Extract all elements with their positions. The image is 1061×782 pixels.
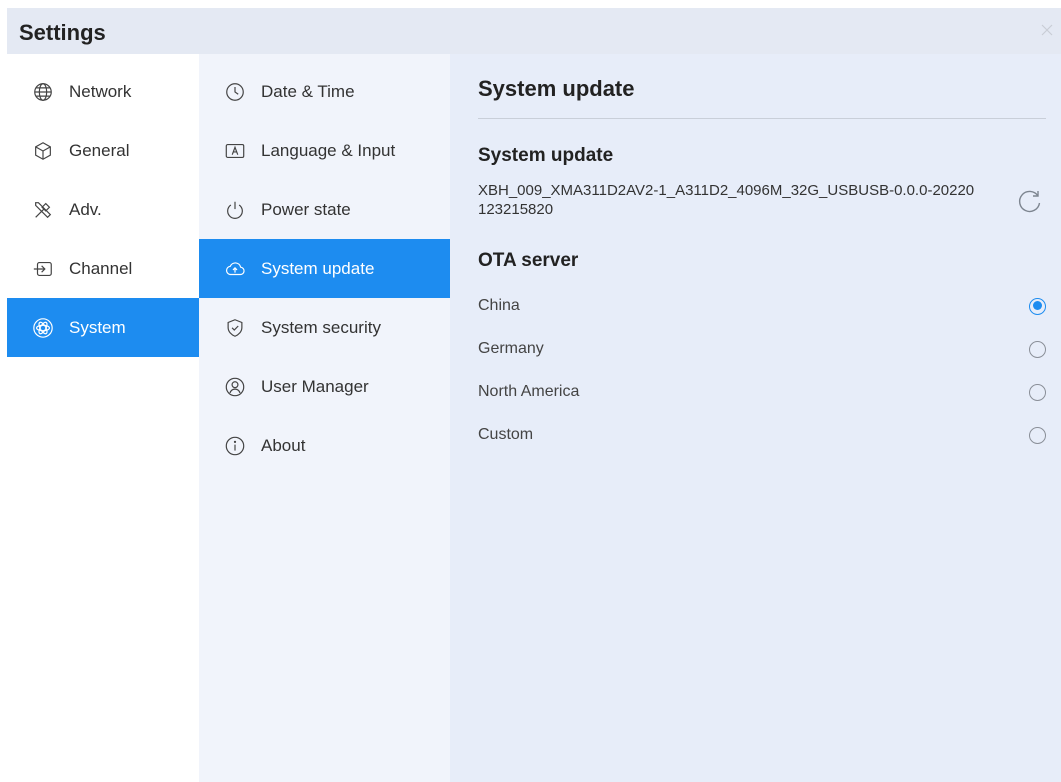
ota-option-label: North America: [478, 383, 580, 400]
submenu-item-about[interactable]: About: [199, 416, 450, 475]
ota-option-label: Germany: [478, 340, 544, 357]
submenu-item-power-state[interactable]: Power state: [199, 180, 450, 239]
sidebar-item-channel[interactable]: Channel: [7, 239, 199, 298]
ota-option-germany[interactable]: Germany: [478, 334, 1046, 364]
submenu-item-label: About: [261, 435, 306, 455]
sidebar-item-system[interactable]: System: [7, 298, 199, 357]
sidebar-item-general[interactable]: General: [7, 121, 199, 180]
close-icon[interactable]: [1039, 22, 1055, 38]
cube-icon: [31, 139, 55, 163]
sidebar-item-network[interactable]: Network: [7, 62, 199, 121]
submenu-item-system-security[interactable]: System security: [199, 298, 450, 357]
power-icon: [223, 198, 247, 222]
ota-option-china[interactable]: China: [478, 291, 1046, 321]
submenu-item-label: User Manager: [261, 376, 369, 396]
content-panel: System update System update XBH_009_XMA3…: [450, 54, 1061, 782]
submenu-item-user-manager[interactable]: User Manager: [199, 357, 450, 416]
radio-unselected[interactable]: [1029, 426, 1046, 444]
sidebar-item-label: General: [69, 140, 130, 160]
keyboard-letter-icon: [223, 139, 247, 163]
atom-icon: [31, 316, 55, 340]
title-bar: Settings: [7, 8, 1061, 54]
category-sidebar: Network General Adv. Channel System: [7, 54, 199, 782]
globe-icon: [31, 80, 55, 104]
ota-option-north-america[interactable]: North America: [478, 377, 1046, 407]
shield-check-icon: [223, 316, 247, 340]
submenu-item-language-input[interactable]: Language & Input: [199, 121, 450, 180]
clock-icon: [223, 80, 247, 104]
radio-selected[interactable]: [1029, 297, 1046, 315]
system-update-heading: System update: [478, 145, 614, 166]
window-title: Settings: [19, 20, 106, 45]
info-icon: [223, 434, 247, 458]
radio-unselected[interactable]: [1029, 340, 1046, 358]
ota-option-label: China: [478, 297, 520, 314]
ota-server-heading: OTA server: [478, 250, 579, 271]
submenu-item-label: System update: [261, 258, 375, 278]
submenu-item-label: System security: [261, 317, 381, 337]
sidebar-item-label: Channel: [69, 258, 133, 278]
firmware-version-text: XBH_009_XMA311D2AV2-1_A311D2_4096M_32G_U…: [478, 182, 975, 218]
sidebar-item-label: Network: [69, 81, 132, 101]
sidebar-item-adv[interactable]: Adv.: [7, 180, 199, 239]
input-icon: [31, 257, 55, 281]
ota-option-custom[interactable]: Custom: [478, 420, 1046, 450]
submenu-item-label: Language & Input: [261, 140, 396, 160]
cloud-upload-icon: [223, 257, 247, 281]
submenu-item-label: Date & Time: [261, 81, 355, 101]
tools-icon: [31, 198, 55, 222]
user-icon: [223, 375, 247, 399]
ota-option-label: Custom: [478, 426, 534, 443]
sidebar-item-label: System: [69, 317, 126, 337]
header-divider: [478, 118, 1046, 119]
system-submenu: Date & Time Language & Input Power state: [199, 54, 450, 782]
submenu-item-label: Power state: [261, 199, 351, 219]
submenu-item-date-time[interactable]: Date & Time: [199, 62, 450, 121]
settings-window: Settings Network General Adv. Channel Sy…: [7, 8, 1061, 782]
radio-unselected[interactable]: [1029, 383, 1046, 401]
page-title: System update: [478, 76, 635, 101]
refresh-icon[interactable]: [1016, 187, 1044, 215]
sidebar-item-label: Adv.: [69, 199, 102, 219]
submenu-item-system-update[interactable]: System update: [199, 239, 450, 298]
